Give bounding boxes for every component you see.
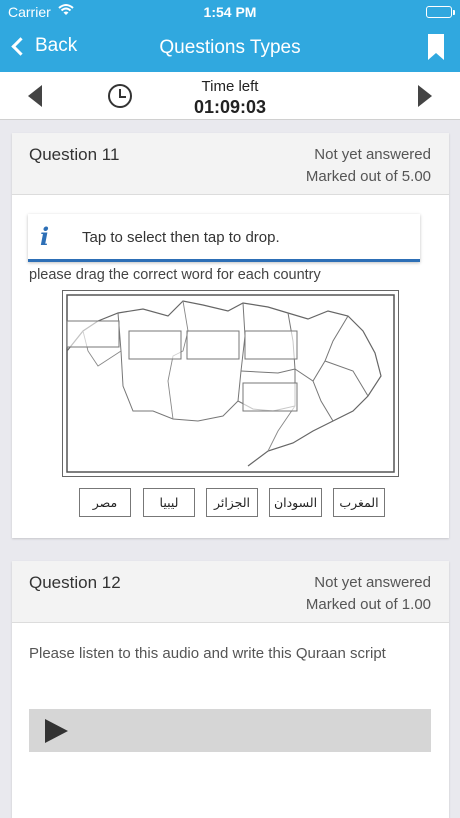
question-11-status: Not yet answered Marked out of 5.00 xyxy=(306,144,431,188)
question-12-state: Not yet answered xyxy=(314,574,431,591)
word-choice-sudan[interactable]: السودان xyxy=(269,488,322,517)
info-box: i Tap to select then tap to drop. xyxy=(28,214,420,262)
question-11-header: Question 11 Not yet answered Marked out … xyxy=(12,133,449,195)
drop-zone-5 xyxy=(242,382,298,412)
drop-zone-2 xyxy=(128,330,182,360)
drop-zone-3 xyxy=(186,330,240,360)
page-title: Questions Types xyxy=(159,37,301,58)
word-choice-egypt[interactable]: مصر xyxy=(79,488,131,517)
navigation-bar: Back Questions Types xyxy=(0,24,460,72)
battery-icon xyxy=(426,6,455,18)
map-drawing xyxy=(66,294,395,473)
status-bar: Carrier 1:54 PM xyxy=(0,0,460,24)
question-12-title: Question 12 xyxy=(29,573,121,592)
question-11-prompt: please drag the correct word for each co… xyxy=(29,267,321,283)
question-12-prompt: Please listen to this audio and write th… xyxy=(29,645,386,662)
status-time: 1:54 PM xyxy=(203,4,257,20)
timer-bar: Time left 01:09:03 xyxy=(0,72,460,120)
word-choice-morocco[interactable]: المغرب xyxy=(333,488,385,517)
drop-zone-4 xyxy=(244,330,298,360)
info-text: Tap to select then tap to drop. xyxy=(82,229,280,246)
word-bank: مصر ليبيا الجزائر السودان المغرب xyxy=(79,488,385,518)
question-11-title: Question 11 xyxy=(29,145,120,164)
bookmark-icon[interactable] xyxy=(428,34,444,60)
audio-player[interactable] xyxy=(29,709,431,752)
next-arrow-icon[interactable] xyxy=(418,85,432,107)
play-icon[interactable] xyxy=(45,719,68,743)
word-choice-libya[interactable]: ليبيا xyxy=(143,488,195,517)
arab-world-map xyxy=(62,290,399,477)
drop-zone-1 xyxy=(66,320,120,348)
question-12-card: Question 12 Not yet answered Marked out … xyxy=(12,561,449,818)
question-12-marks: Marked out of 1.00 xyxy=(305,596,431,613)
time-left-label: Time left xyxy=(201,78,259,95)
time-left-value: 01:09:03 xyxy=(193,97,267,117)
question-12-header: Question 12 Not yet answered Marked out … xyxy=(12,561,449,623)
info-icon: i xyxy=(40,222,50,251)
question-11-marks: Marked out of 5.00 xyxy=(305,168,431,185)
word-choice-algeria[interactable]: الجزائر xyxy=(206,488,258,517)
question-12-status: Not yet answered Marked out of 1.00 xyxy=(306,572,431,616)
question-11-state: Not yet answered xyxy=(314,146,431,163)
